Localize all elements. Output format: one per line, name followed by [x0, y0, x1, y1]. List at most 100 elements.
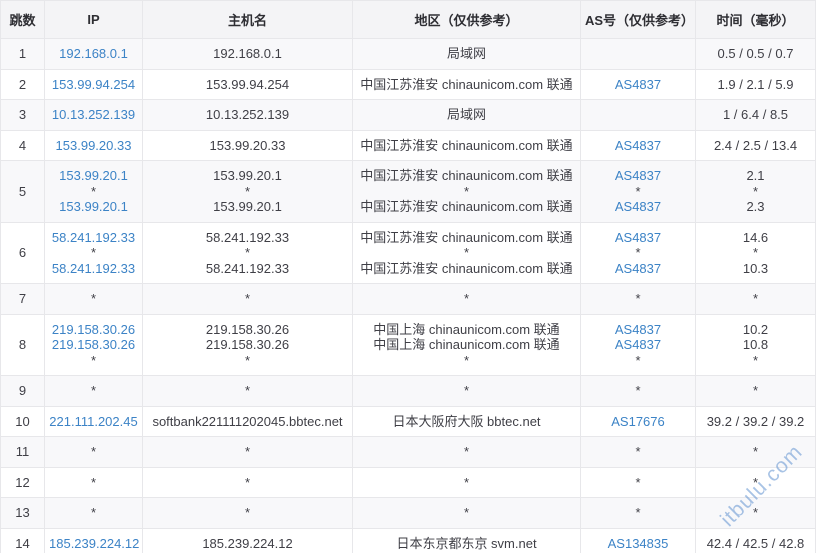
- ip-link[interactable]: 185.239.224.12: [49, 536, 139, 551]
- hostname-cell: 153.99.20.1 * 153.99.20.1: [142, 160, 353, 223]
- cell-line: 中国上海 chinaunicom.com 联通: [373, 321, 560, 337]
- cell-line: 10.3: [742, 260, 769, 276]
- cell-line: *: [635, 291, 641, 306]
- hop-number: 6: [0, 221, 45, 284]
- time-cell: *: [695, 375, 816, 407]
- cell-line: 192.168.0.1: [213, 46, 282, 61]
- ip-cell: 153.99.20.33: [44, 129, 143, 161]
- ip-cell: 219.158.30.26 219.158.30.26 *: [44, 313, 143, 376]
- cell-line: 58.241.192.33: [205, 260, 290, 276]
- hop-number: 12: [0, 466, 45, 498]
- cell-line: *: [463, 383, 470, 398]
- asn-cell: *: [580, 375, 696, 407]
- asn-link[interactable]: AS4837: [615, 230, 661, 245]
- asn-link[interactable]: AS4837: [615, 138, 661, 153]
- hostname-cell: 219.158.30.26 219.158.30.26 *: [142, 313, 353, 376]
- cell-line: 日本大阪府大阪 bbtec.net: [392, 413, 541, 429]
- ip-link[interactable]: 58.241.192.33: [52, 261, 135, 276]
- cell-line: *: [752, 505, 759, 520]
- ip-link[interactable]: 153.99.20.1: [59, 199, 128, 214]
- cell-line: *: [244, 474, 251, 490]
- col-header-ip: IP: [44, 0, 143, 39]
- cell-line: *: [752, 444, 759, 459]
- ip-link[interactable]: 153.99.94.254: [52, 77, 135, 92]
- region-cell: *: [352, 283, 581, 315]
- ip-link[interactable]: 219.158.30.26: [52, 337, 135, 352]
- cell-line: 2.4 / 2.5 / 13.4: [713, 137, 798, 153]
- region-cell: *: [352, 497, 581, 529]
- cell-line: 1.9 / 2.1 / 5.9: [717, 76, 794, 92]
- region-cell: *: [352, 466, 581, 498]
- cell-line: 2.3: [746, 199, 765, 214]
- asn-link[interactable]: AS4837: [615, 337, 661, 352]
- time-cell: *: [695, 283, 816, 315]
- time-cell: *: [695, 436, 816, 468]
- cell-line: *: [244, 383, 251, 398]
- ip-link[interactable]: 153.99.20.1: [59, 168, 128, 183]
- ip-link[interactable]: 10.13.252.139: [52, 107, 135, 122]
- cell-line: *: [463, 245, 470, 260]
- col-header-region: 地区（仅供参考）: [352, 0, 581, 39]
- ip-link[interactable]: 153.99.20.33: [56, 138, 132, 153]
- asn-cell: *: [580, 283, 696, 315]
- cell-line: 153.99.94.254: [49, 77, 138, 93]
- traceroute-panel: 跳数 IP 主机名 地区（仅供参考） AS号（仅供参考） 时间（毫秒） 1 192…: [0, 0, 820, 553]
- asn-link[interactable]: AS4837: [615, 322, 661, 337]
- cell-line: 中国江苏淮安 chinaunicom.com 联通: [360, 260, 573, 276]
- hop-number: 10: [0, 405, 45, 437]
- region-cell: *: [352, 375, 581, 407]
- cell-line: *: [244, 352, 251, 368]
- asn-link[interactable]: AS4837: [615, 168, 661, 183]
- cell-line: 219.158.30.26: [49, 337, 138, 353]
- cell-line: 153.99.20.1: [49, 168, 138, 184]
- ip-link[interactable]: 192.168.0.1: [59, 46, 128, 61]
- cell-line: AS4837: [585, 337, 691, 353]
- cell-line: *: [244, 444, 251, 459]
- time-cell: 2.4 / 2.5 / 13.4: [695, 129, 816, 161]
- hop-number: 8: [0, 313, 45, 376]
- asn-link[interactable]: AS4837: [615, 199, 661, 214]
- hostname-cell: 153.99.94.254: [142, 68, 353, 100]
- cell-line: *: [90, 505, 97, 520]
- col-header-time: 时间（毫秒）: [695, 0, 816, 39]
- asn-link[interactable]: AS17676: [611, 414, 665, 429]
- region-cell: 中国上海 chinaunicom.com 联通 中国上海 chinaunicom.…: [352, 313, 581, 376]
- col-header-asn: AS号（仅供参考）: [580, 0, 696, 39]
- cell-line: AS4837: [585, 230, 691, 246]
- cell-line: 14.6: [742, 229, 769, 245]
- table-row: 6 58.241.192.33 * 58.241.192.33 58.241.192.3…: [0, 221, 816, 284]
- ip-link[interactable]: 219.158.30.26: [52, 322, 135, 337]
- cell-line: 153.99.94.254: [205, 76, 290, 92]
- cell-line: *: [90, 291, 97, 306]
- cell-line: 10.13.252.139: [205, 107, 290, 122]
- region-cell: 日本大阪府大阪 bbtec.net: [352, 405, 581, 437]
- cell-line: 219.158.30.26: [205, 337, 290, 352]
- hostname-cell: 10.13.252.139: [142, 99, 353, 131]
- table-body: 1 192.168.0.1 192.168.0.1 局域网 0.5 / 0.5 / 0.…: [0, 38, 816, 553]
- table-row: 2 153.99.94.254 153.99.94.254 中国江苏淮安 chinau…: [0, 68, 816, 100]
- cell-line: *: [90, 474, 97, 490]
- ip-cell: *: [44, 283, 143, 315]
- ip-link[interactable]: 221.111.202.45: [49, 414, 137, 429]
- asn-link[interactable]: AS4837: [615, 261, 661, 276]
- ip-link[interactable]: 58.241.192.33: [52, 230, 135, 245]
- asn-cell: [580, 38, 696, 70]
- cell-line: [585, 107, 691, 123]
- cell-line: 153.99.20.1: [213, 199, 282, 214]
- cell-line: AS4837: [585, 322, 691, 338]
- cell-line: 局域网: [446, 46, 486, 61]
- asn-link[interactable]: AS4837: [615, 77, 661, 92]
- cell-line: 153.99.20.1: [49, 199, 138, 215]
- hostname-cell: *: [142, 283, 353, 315]
- region-cell: 局域网: [352, 38, 581, 70]
- hop-number: 7: [0, 283, 45, 315]
- hop-number: 1: [0, 38, 45, 70]
- asn-cell: AS4837 * AS4837: [580, 221, 696, 284]
- cell-line: *: [752, 352, 759, 368]
- asn-cell: *: [580, 436, 696, 468]
- asn-cell: AS17676: [580, 405, 696, 437]
- cell-line: 日本东京都东京 svm.net: [396, 535, 537, 551]
- cell-line: 221.111.202.45: [49, 414, 138, 430]
- asn-link[interactable]: AS134835: [608, 536, 669, 551]
- cell-line: *: [635, 505, 641, 520]
